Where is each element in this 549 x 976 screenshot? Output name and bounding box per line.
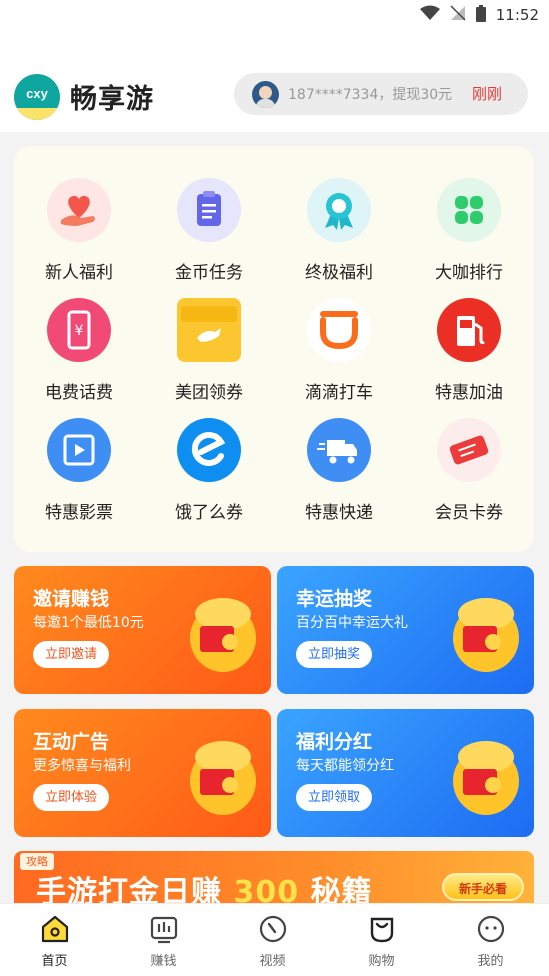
promo-subtitle: 更多惊喜与福利 xyxy=(33,758,131,774)
grid-label: 美团领券 xyxy=(175,383,243,403)
ticket-icon xyxy=(437,418,501,482)
promo-lottery[interactable]: 幸运抽奖 百分百中幸运大礼 立即抽奖 xyxy=(277,566,534,694)
meituan-kangaroo-icon xyxy=(177,298,241,362)
nav-label: 视频 xyxy=(259,954,286,969)
nav-home[interactable]: 首页 xyxy=(0,904,109,976)
app-logo: cxy xyxy=(14,74,60,120)
grid-item-fuel[interactable]: 特惠加油 xyxy=(404,298,534,418)
promo-subtitle: 百分百中幸运大礼 xyxy=(296,615,408,631)
nav-video[interactable]: 视频 xyxy=(218,904,327,976)
gold-egg-icon xyxy=(453,741,519,815)
profile-face-icon xyxy=(477,915,505,943)
nav-label: 我的 xyxy=(477,954,504,969)
beginner-guide-button[interactable]: 新手必看 xyxy=(442,873,524,901)
avatar xyxy=(252,81,279,108)
home-icon xyxy=(41,915,69,943)
svg-text:¥: ¥ xyxy=(75,323,84,339)
phone-yuan-icon: ¥ xyxy=(47,298,111,362)
grid-label: 特惠快递 xyxy=(305,503,373,523)
nav-label: 首页 xyxy=(41,954,68,969)
clipboard-icon xyxy=(177,178,241,242)
grid-label: 大咖排行 xyxy=(435,263,503,283)
gold-egg-icon xyxy=(453,598,519,672)
banner-headline: 手游打金日赚 300 秘籍 xyxy=(36,867,373,907)
promo-subtitle: 每邀1个最低10元 xyxy=(33,615,144,631)
nav-shopping[interactable]: 购物 xyxy=(327,904,436,976)
status-bar: 11:52 xyxy=(0,0,549,30)
grid-item-member-card[interactable]: 会员卡券 xyxy=(404,418,534,538)
grid-item-newcomer[interactable]: 新人福利 xyxy=(14,178,144,298)
eleme-icon xyxy=(177,418,241,482)
gold-egg-icon xyxy=(190,741,256,815)
promo-title: 互动广告 xyxy=(33,731,110,753)
promo-dividend[interactable]: 福利分红 每天都能领分红 立即领取 xyxy=(277,709,534,837)
grid-label: 饿了么券 xyxy=(175,503,243,523)
grid-item-movie[interactable]: 特惠影票 xyxy=(14,418,144,538)
strategy-banner[interactable]: 攻略 手游打金日赚 300 秘籍 新手必看 xyxy=(14,851,534,907)
grid-label: 终极福利 xyxy=(305,263,373,283)
promo-ads[interactable]: 互动广告 更多惊喜与福利 立即体验 xyxy=(14,709,271,837)
video-dial-icon xyxy=(259,915,287,943)
lottery-button[interactable]: 立即抽奖 xyxy=(296,641,373,668)
fuel-pump-icon xyxy=(437,298,501,362)
app-screen: 11:52 cxy 畅享游 187****7334，提现30元 刚刚 新人福利 … xyxy=(0,0,549,976)
grid-label: 特惠影票 xyxy=(45,503,113,523)
header: cxy 畅享游 187****7334，提现30元 刚刚 xyxy=(0,30,549,132)
gold-egg-icon xyxy=(190,598,256,672)
ticker-time: 刚刚 xyxy=(472,85,503,103)
heart-hand-icon xyxy=(47,178,111,242)
grid-item-bills[interactable]: ¥ 电费话费 xyxy=(14,298,144,418)
logo-mark: cxy xyxy=(26,86,48,101)
promo-title: 邀请赚钱 xyxy=(33,588,110,610)
nav-label: 赚钱 xyxy=(150,954,177,969)
medal-icon xyxy=(307,178,371,242)
grid-label: 金币任务 xyxy=(175,263,243,283)
film-icon xyxy=(47,418,111,482)
chart-icon xyxy=(150,916,178,944)
delivery-truck-icon xyxy=(307,418,371,482)
grid-item-express[interactable]: 特惠快递 xyxy=(274,418,404,538)
promo-title: 幸运抽奖 xyxy=(296,588,373,610)
app-title: 畅享游 xyxy=(70,84,154,115)
grid-item-meituan[interactable]: 美团领券 xyxy=(144,298,274,418)
grid-label: 滴滴打车 xyxy=(305,383,373,403)
grid-label: 电费话费 xyxy=(45,383,113,403)
grid-item-ranking[interactable]: 大咖排行 xyxy=(404,178,534,298)
promo-invite[interactable]: 邀请赚钱 每邀1个最低10元 立即邀请 xyxy=(14,566,271,694)
grid-item-coin-task[interactable]: 金币任务 xyxy=(144,178,274,298)
grid-label: 新人福利 xyxy=(45,263,113,283)
invite-button[interactable]: 立即邀请 xyxy=(33,641,110,668)
no-signal-icon xyxy=(450,5,466,25)
grid-label: 特惠加油 xyxy=(435,383,503,403)
nav-profile[interactable]: 我的 xyxy=(436,904,545,976)
nav-label: 购物 xyxy=(368,954,395,969)
grid-item-eleme[interactable]: 饿了么券 xyxy=(144,418,274,538)
promo-title: 福利分红 xyxy=(296,731,373,753)
shopping-bag-icon xyxy=(370,917,394,943)
claim-button[interactable]: 立即领取 xyxy=(296,784,373,811)
withdrawal-ticker[interactable]: 187****7334，提现30元 刚刚 xyxy=(234,73,528,115)
wifi-icon xyxy=(419,5,440,25)
battery-icon xyxy=(475,4,486,26)
grid-item-didi[interactable]: 滴滴打车 xyxy=(274,298,404,418)
grid-item-ultimate[interactable]: 终极福利 xyxy=(274,178,404,298)
ticker-text: 187****7334，提现30元 xyxy=(288,87,453,103)
try-button[interactable]: 立即体验 xyxy=(33,784,110,811)
bottom-nav: 首页 赚钱 视频 购物 我的 xyxy=(0,903,549,976)
clover-icon xyxy=(437,178,501,242)
nav-earn[interactable]: 赚钱 xyxy=(109,904,218,976)
feature-grid: 新人福利 金币任务 终极福利 大咖排行 ¥ 电费话费 美团领券 滴滴打车 特惠加… xyxy=(14,146,534,552)
didi-icon xyxy=(307,298,371,362)
promo-subtitle: 每天都能领分红 xyxy=(296,758,394,774)
grid-label: 会员卡券 xyxy=(435,503,503,523)
clock: 11:52 xyxy=(495,6,539,24)
